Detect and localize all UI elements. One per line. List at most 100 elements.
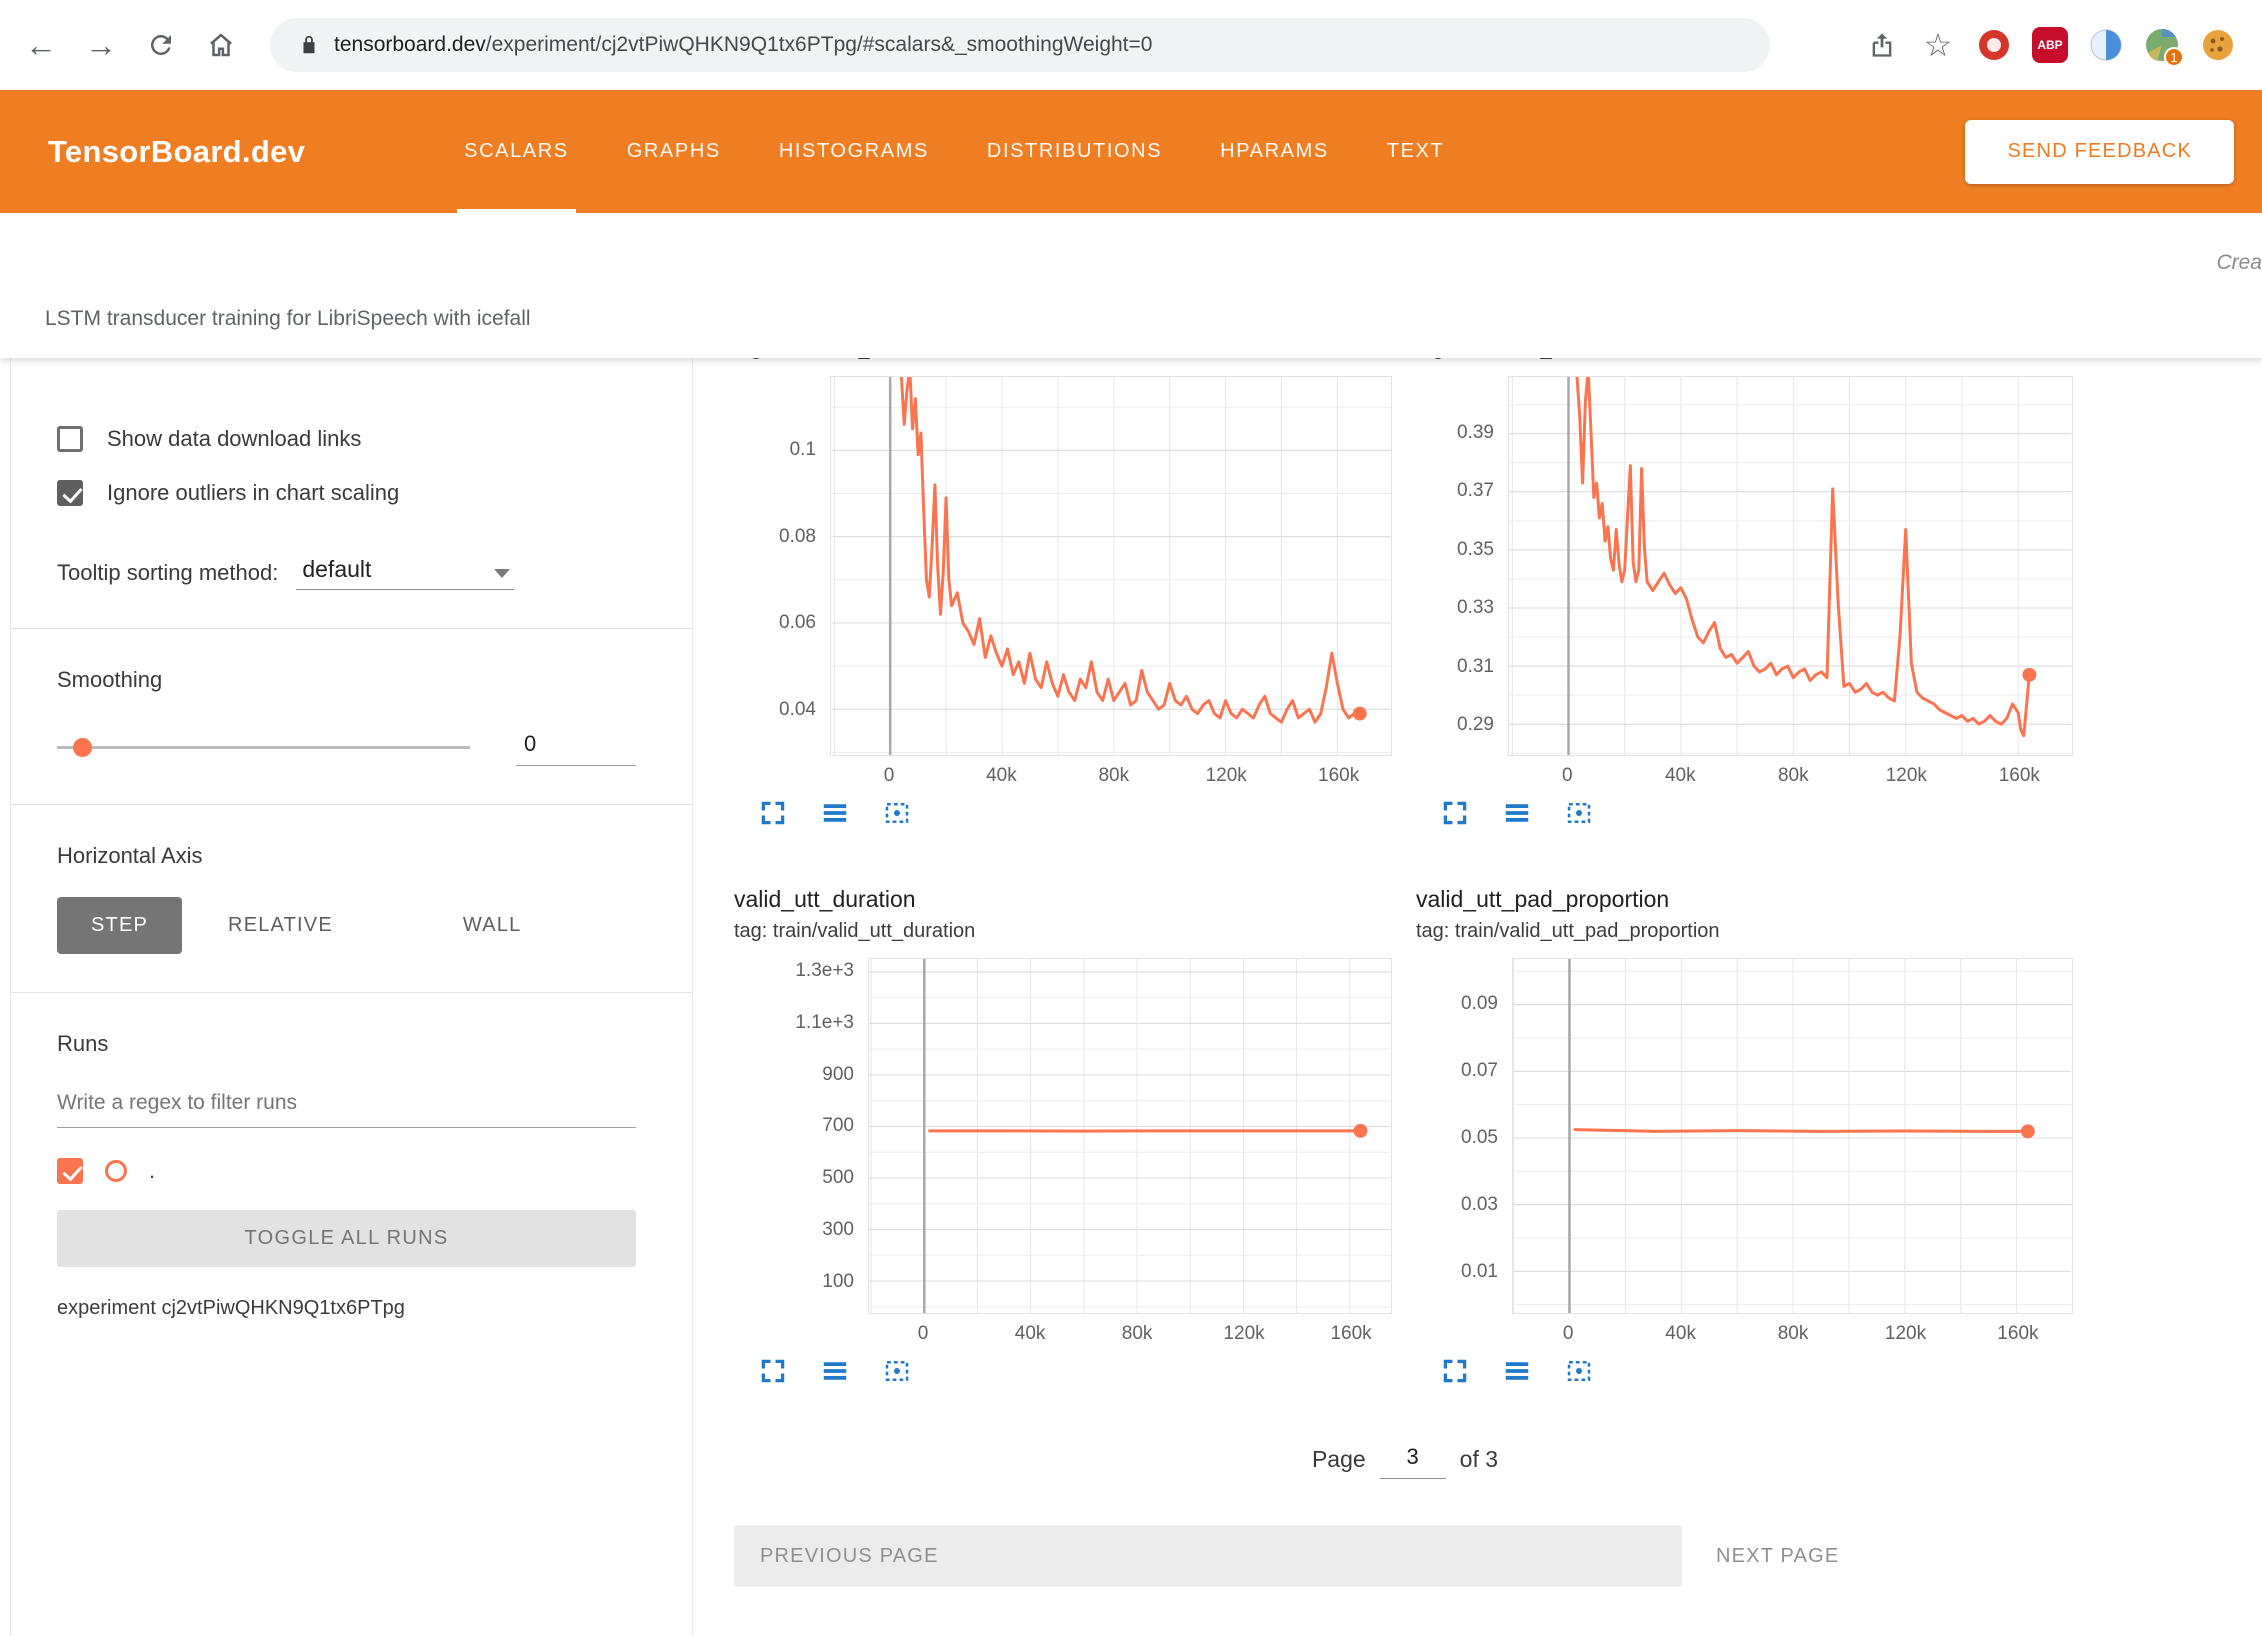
expand-icon: [758, 1356, 788, 1386]
y-axis-tick: 0.1: [790, 439, 816, 461]
next-page-button[interactable]: NEXT PAGE: [1716, 1545, 1839, 1568]
scalar-chart-canvas[interactable]: 0.040.060.080.1: [734, 376, 1394, 756]
created-date-clipped: Crea: [2216, 251, 2262, 275]
chart-toolbar: [734, 796, 1394, 830]
runs-label: Runs: [57, 1031, 636, 1057]
chevron-down-icon: [494, 569, 510, 578]
expand-chart-button[interactable]: [1440, 796, 1474, 830]
expand-chart-button[interactable]: [1440, 1354, 1474, 1388]
send-feedback-button[interactable]: SEND FEEDBACK: [1965, 120, 2234, 184]
chart-toolbar: [1416, 1354, 2076, 1388]
fit-domain-icon: [1564, 798, 1594, 828]
runs-selector-button[interactable]: [820, 1354, 854, 1388]
previous-page-button[interactable]: PREVIOUS PAGE: [734, 1525, 1682, 1587]
adblock-plus-icon[interactable]: ABP: [2030, 25, 2070, 65]
chart-title: valid_utt_duration: [734, 886, 1394, 920]
run-checkbox[interactable]: [57, 1158, 83, 1184]
runs-filter-input[interactable]: [57, 1085, 636, 1128]
cookie-icon[interactable]: [2198, 25, 2238, 65]
toggle-all-runs-button[interactable]: TOGGLE ALL RUNS: [57, 1210, 636, 1267]
tab-scalars[interactable]: SCALARS: [435, 90, 598, 213]
scalar-chart-canvas[interactable]: 1003005007009001.1e+31.3e+3: [734, 958, 1394, 1314]
experiment-title: LSTM transducer training for LibriSpeech…: [45, 307, 531, 331]
chart-toolbar: [734, 1354, 1394, 1388]
tooltip-sorting-dropdown[interactable]: default: [296, 556, 514, 590]
extension-pie-icon[interactable]: [2086, 25, 2126, 65]
axis-step-button[interactable]: STEP: [57, 897, 182, 954]
tab-text[interactable]: TEXT: [1358, 90, 1474, 213]
forward-icon: →: [85, 27, 117, 64]
smoothing-value-input[interactable]: [516, 727, 636, 766]
tab-histograms[interactable]: HISTOGRAMS: [750, 90, 958, 213]
runs-selector-button[interactable]: [1502, 1354, 1536, 1388]
chart-card: tag: train/valid_... 0.290.310.330.350.3…: [1416, 358, 2076, 830]
sidebar-divider: [11, 804, 692, 805]
axis-relative-button[interactable]: RELATIVE: [194, 897, 367, 954]
y-axis-tick: 0.39: [1457, 422, 1494, 444]
y-axis-tick: 0.07: [1461, 1060, 1498, 1082]
y-axis-tick: 500: [822, 1167, 854, 1189]
y-axis-tick: 0.33: [1457, 597, 1494, 619]
tooltip-sorting-label: Tooltip sorting method:: [57, 560, 278, 590]
x-axis-tick: 0: [1562, 765, 1573, 787]
page-count-label: of 3: [1460, 1446, 1498, 1479]
charts-panel: tag: train/valid_... 0.040.060.080.1 040…: [693, 358, 2262, 1636]
smoothing-slider[interactable]: [57, 736, 478, 758]
show-download-links-checkbox[interactable]: [57, 426, 83, 452]
lines-icon: [820, 1356, 850, 1386]
fit-domain-button[interactable]: [1564, 1354, 1598, 1388]
chart-card: valid_utt_pad_proportion tag: train/vali…: [1416, 886, 2076, 1388]
y-axis-tick: 0.06: [779, 612, 816, 634]
scalar-chart-canvas[interactable]: 0.290.310.330.350.370.39: [1416, 376, 2076, 756]
tooltip-sorting-value: default: [302, 556, 371, 583]
fit-domain-icon: [1564, 1356, 1594, 1386]
ignore-outliers-checkbox[interactable]: [57, 480, 83, 506]
runs-selector-button[interactable]: [1502, 796, 1536, 830]
fit-domain-button[interactable]: [882, 1354, 916, 1388]
lines-icon: [1502, 798, 1532, 828]
chart-card: valid_utt_duration tag: train/valid_utt_…: [734, 886, 1394, 1388]
profile-avatar-icon[interactable]: 1: [2142, 25, 2182, 65]
expand-icon: [758, 798, 788, 828]
reload-icon: [146, 30, 176, 60]
tab-hparams[interactable]: HPARAMS: [1191, 90, 1358, 213]
x-axis-tick: 120k: [1885, 1323, 1926, 1345]
x-axis-tick: 80k: [1098, 765, 1129, 787]
fit-domain-button[interactable]: [882, 796, 916, 830]
reload-button[interactable]: [138, 22, 184, 68]
y-axis-tick: 0.35: [1457, 539, 1494, 561]
y-axis-tick: 900: [822, 1064, 854, 1086]
fit-domain-button[interactable]: [1564, 796, 1598, 830]
extension-red-icon[interactable]: [1974, 25, 2014, 65]
tab-distributions[interactable]: DISTRIBUTIONS: [958, 90, 1191, 213]
slider-thumb[interactable]: [73, 738, 92, 757]
scalar-chart-canvas[interactable]: 0.010.030.050.070.09: [1416, 958, 2076, 1314]
cookie-circle-icon: [2201, 28, 2235, 62]
address-bar[interactable]: tensorboard.dev/experiment/cj2vtPiwQHKN9…: [270, 18, 1770, 72]
lines-icon: [1502, 1356, 1532, 1386]
lines-icon: [820, 798, 850, 828]
y-axis-tick: 700: [822, 1115, 854, 1137]
expand-chart-button[interactable]: [758, 796, 792, 830]
home-button[interactable]: [198, 22, 244, 68]
tensorboard-header: TensorBoard.dev SCALARS GRAPHS HISTOGRAM…: [0, 90, 2262, 213]
fit-domain-icon: [882, 1356, 912, 1386]
x-axis-tick: 80k: [1122, 1323, 1153, 1345]
red-circle-icon: [1977, 28, 2011, 62]
expand-chart-button[interactable]: [758, 1354, 792, 1388]
browser-actions: ☆ ABP 1: [1862, 25, 2238, 65]
slider-track: [57, 746, 470, 749]
fit-domain-icon: [882, 798, 912, 828]
x-axis-tick: 0: [918, 1323, 929, 1345]
share-button[interactable]: [1862, 25, 1902, 65]
page-number-input[interactable]: [1380, 1440, 1446, 1479]
bookmark-star-button[interactable]: ☆: [1918, 25, 1958, 65]
runs-selector-button[interactable]: [820, 796, 854, 830]
tab-graphs[interactable]: GRAPHS: [598, 90, 750, 213]
chart-tag: tag: train/valid_...: [1416, 358, 2076, 368]
x-axis-tick: 80k: [1778, 765, 1809, 787]
axis-wall-button[interactable]: WALL: [429, 897, 556, 954]
chart-title: valid_utt_pad_proportion: [1416, 886, 2076, 920]
back-button[interactable]: ←: [18, 22, 64, 68]
forward-button[interactable]: →: [78, 22, 124, 68]
